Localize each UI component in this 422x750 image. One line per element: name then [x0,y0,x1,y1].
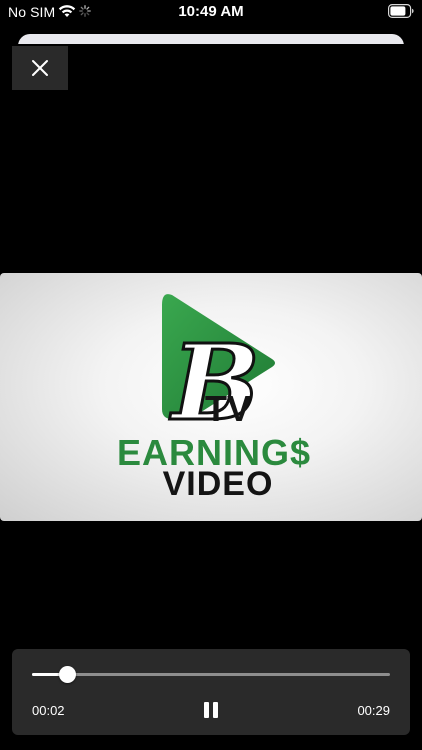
video-frame[interactable]: B TV EARNING$ VIDEO [0,273,422,521]
logo-video-text: VIDEO [163,465,274,503]
total-time: 00:29 [357,703,390,718]
progress-thumb[interactable] [59,666,77,683]
clock: 10:49 AM [178,3,244,20]
logo-tv-text: TV [205,388,251,429]
current-time: 00:02 [32,703,65,718]
earnings-video-logo: B TV EARNING$ VIDEO [117,294,310,503]
progress-track[interactable] [32,673,390,676]
player-controls: 00:02 00:29 [12,649,410,735]
close-button[interactable] [12,46,68,90]
battery-icon [388,4,414,18]
close-icon [32,60,48,76]
status-bar: No SIM 10:49 AM [0,0,422,24]
pause-button[interactable] [201,700,221,722]
video-player-screen: No SIM 10:49 AM B TV EARNING$ VIDEO 00:0… [0,0,422,750]
